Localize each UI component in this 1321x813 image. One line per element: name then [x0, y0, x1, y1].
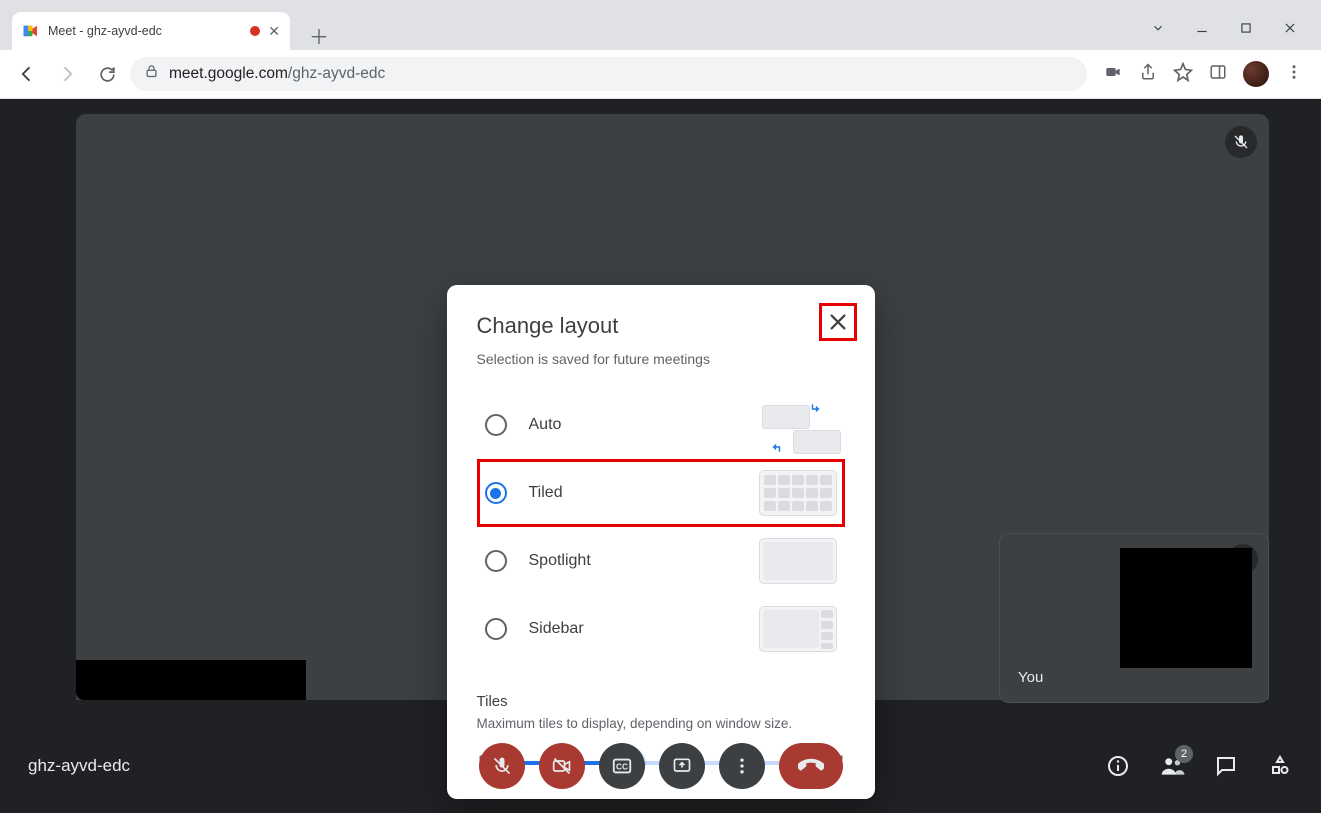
close-tab-icon[interactable]: ✕: [268, 23, 280, 40]
layout-option-spotlight[interactable]: Spotlight: [477, 527, 845, 595]
window-controls: [1151, 10, 1321, 50]
layout-option-label: Auto: [529, 416, 731, 434]
tiles-title: Tiles: [477, 693, 845, 710]
meet-bottom-bar: ghz-ayvd-edc CC: [0, 719, 1321, 813]
bookmark-star-icon[interactable]: [1173, 62, 1193, 87]
browser-tab[interactable]: Meet - ghz-ayvd-edc ✕: [12, 12, 290, 50]
chevron-down-icon[interactable]: [1151, 21, 1165, 40]
activities-button[interactable]: [1267, 753, 1293, 779]
captions-button[interactable]: CC: [599, 743, 645, 789]
back-button[interactable]: [10, 57, 44, 91]
forward-button[interactable]: [50, 57, 84, 91]
maximize-icon[interactable]: [1239, 21, 1253, 40]
self-video-thumbnail: [1120, 548, 1252, 668]
people-button[interactable]: 2: [1159, 753, 1185, 779]
chat-button[interactable]: [1213, 753, 1239, 779]
camera-toggle-button[interactable]: [539, 743, 585, 789]
tab-title: Meet - ghz-ayvd-edc: [48, 24, 242, 38]
mic-toggle-button[interactable]: [479, 743, 525, 789]
side-panel-icon[interactable]: [1209, 63, 1227, 86]
browser-tab-strip: Meet - ghz-ayvd-edc ✕ ＋: [0, 0, 1321, 50]
meet-right-icons: 2: [1105, 753, 1293, 779]
video-overlay-patch: [76, 660, 306, 700]
layout-option-label: Tiled: [529, 484, 731, 502]
kebab-menu-icon[interactable]: [1285, 63, 1303, 86]
participant-count-badge: 2: [1175, 745, 1193, 763]
address-bar[interactable]: meet.google.com/ghz-ayvd-edc: [130, 57, 1087, 91]
layout-options: Auto Tiled null: [477, 391, 845, 663]
call-controls: CC: [479, 743, 843, 789]
layout-sidebar-thumb-icon: [753, 606, 837, 652]
lock-icon: [144, 64, 159, 84]
meet-app: You Change layout Selection is saved for…: [0, 99, 1321, 813]
meeting-code: ghz-ayvd-edc: [28, 756, 130, 776]
meeting-info-button[interactable]: [1105, 753, 1131, 779]
hangup-button[interactable]: [779, 743, 843, 789]
camera-icon[interactable]: [1103, 64, 1123, 85]
toolbar-right: [1093, 61, 1311, 87]
radio-icon: [485, 618, 507, 640]
radio-icon: [485, 414, 507, 436]
radio-selected-icon: [485, 482, 507, 504]
minimize-icon[interactable]: [1195, 21, 1209, 40]
close-dialog-button[interactable]: [819, 303, 857, 341]
present-button[interactable]: [659, 743, 705, 789]
layout-option-label: Sidebar: [529, 620, 731, 638]
self-view-tile[interactable]: You: [999, 533, 1269, 703]
layout-option-tiled[interactable]: Tiled null: [477, 459, 845, 527]
dialog-title: Change layout: [477, 313, 845, 339]
recording-indicator-icon: [250, 26, 260, 36]
share-icon[interactable]: [1139, 63, 1157, 86]
remote-muted-icon: [1225, 126, 1257, 158]
radio-icon: [485, 550, 507, 572]
layout-auto-thumb-icon: [753, 402, 837, 448]
layout-spotlight-thumb-icon: [753, 538, 837, 584]
reload-button[interactable]: [90, 57, 124, 91]
self-label: You: [1018, 669, 1043, 686]
layout-option-label: Spotlight: [529, 552, 731, 570]
dialog-subtitle: Selection is saved for future meetings: [477, 351, 845, 367]
meet-favicon-icon: [22, 22, 40, 40]
profile-avatar[interactable]: [1243, 61, 1269, 87]
browser-toolbar: meet.google.com/ghz-ayvd-edc: [0, 50, 1321, 99]
layout-option-auto[interactable]: Auto: [477, 391, 845, 459]
url-text: meet.google.com/ghz-ayvd-edc: [169, 65, 385, 83]
svg-text:CC: CC: [616, 763, 628, 772]
new-tab-button[interactable]: ＋: [304, 20, 334, 50]
layout-tiled-thumb-icon: null: [753, 470, 837, 516]
layout-option-sidebar[interactable]: Sidebar: [477, 595, 845, 663]
more-options-button[interactable]: [719, 743, 765, 789]
close-window-icon[interactable]: [1283, 21, 1297, 40]
